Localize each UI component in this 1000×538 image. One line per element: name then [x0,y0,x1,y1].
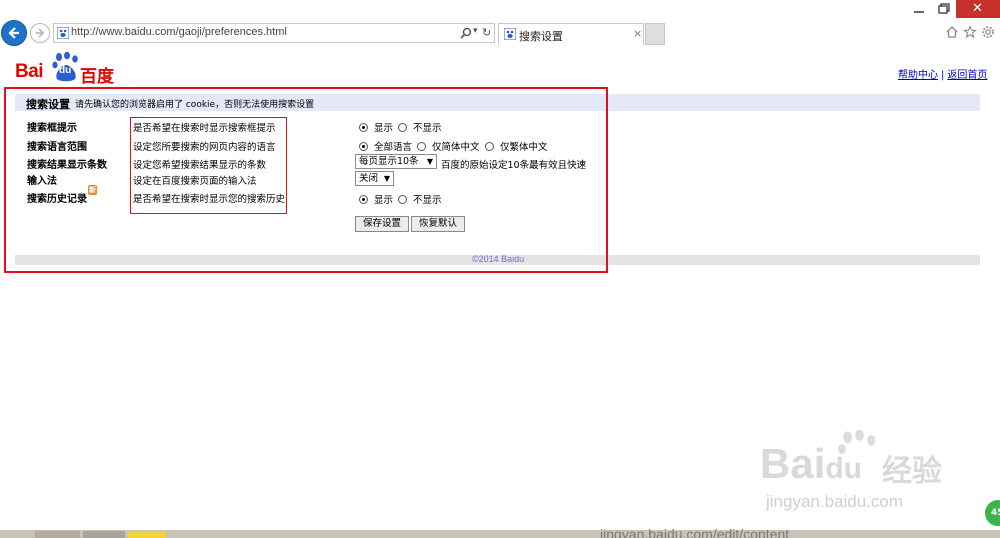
watermark-bai: Baidu [760,440,863,487]
radio-option-traditional[interactable]: 仅繁体中文 [485,139,548,153]
row-desc-language: 设定您所要搜索的网页内容的语言 [133,142,276,153]
option-label: 不显示 [413,123,442,134]
radio-option-simplified[interactable]: 仅简体中文 [417,139,480,153]
favorites-star-icon[interactable] [963,25,977,39]
option-label: 仅繁体中文 [500,142,548,153]
row-desc-search-history: 是否希望在搜索时显示您的搜索历史 [133,194,286,205]
chevron-down-icon: ▼ [426,157,433,166]
new-tab-button[interactable] [645,23,665,45]
radio-button[interactable] [359,194,368,204]
tab-title: 搜索设置 [519,30,563,43]
radio-option-hide-hint[interactable]: 不显示 [398,120,442,134]
input-method-select[interactable]: 关闭 ▼ [355,171,394,186]
results-count-select[interactable]: 每页显示10条 ▼ [355,154,437,169]
arrow-left-icon [8,27,19,39]
baidu-logo[interactable]: Bai du 百度 [15,52,120,87]
taskbar-app[interactable] [83,531,125,538]
radio-option-hide-history[interactable]: 不显示 [398,192,442,206]
close-tab-icon[interactable]: × [633,27,642,40]
cookie-notice: 请先确认您的浏览器启用了 cookie，否则无法使用搜索设置 [75,100,315,110]
watermark-url: jingyan.baidu.com [766,492,904,511]
radio-option-all-languages[interactable]: 全部语言 [359,139,412,153]
home-icon[interactable] [945,25,959,39]
row-desc-input-method: 设定在百度搜索页面的输入法 [133,176,257,187]
logo-du-text: du [59,65,72,76]
watermark-text: 经验 [882,454,942,489]
refresh-icon[interactable]: ↻ [482,26,491,39]
window-close-button[interactable]: ✕ [956,0,1000,18]
row-label-language: 搜索语言范围 [27,142,87,153]
back-button[interactable] [1,20,27,46]
top-links: 帮助中心 | 返回首页 [898,66,987,81]
page-footer: ©2014 Baidu [15,254,980,265]
help-center-link[interactable]: 帮助中心 [898,70,938,81]
new-badge: 新 [88,185,97,195]
link-separator: | [941,70,945,81]
select-value: 每页显示10条 [359,156,419,167]
browser-chrome: http://www.baidu.com/gaoji/preferences.h… [0,0,1000,46]
option-label: 显示 [374,123,394,134]
radio-button[interactable] [485,141,494,151]
restore-defaults-button[interactable]: 恢复默认 [411,216,465,232]
results-count-hint: 百度的原始设定10条最有效且快速 [441,160,587,171]
settings-title-bar: 搜索设置 请先确认您的浏览器启用了 cookie，否则无法使用搜索设置 [15,94,980,111]
radio-button[interactable] [359,122,368,132]
page-title: 搜索设置 [26,98,70,111]
row-desc-search-hint: 是否希望在搜索时显示搜索框提示 [133,123,276,134]
radio-button[interactable] [417,141,426,151]
back-home-link[interactable]: 返回首页 [947,70,987,81]
restore-icon[interactable] [935,2,953,16]
notification-badge[interactable]: 45 [983,498,1000,528]
option-label: 显示 [374,195,394,206]
tab-search-settings[interactable]: 搜索设置 × [498,23,644,45]
logo-chinese-text: 百度 [80,67,114,87]
option-label: 不显示 [413,195,442,206]
row-label-search-history: 搜索历史记录新 [27,185,97,205]
baidu-jingyan-watermark: Baidu 经验 jingyan.baidu.com [760,430,960,514]
row-label-results-count: 搜索结果显示条数 [27,160,107,171]
copyright-text: ©2014 Baidu [472,254,525,264]
close-icon: ✕ [972,1,983,16]
save-settings-button[interactable]: 保存设置 [355,216,409,232]
url-text[interactable]: http://www.baidu.com/gaoji/preferences.h… [71,26,287,38]
paw-icon [838,430,876,455]
radio-button[interactable] [398,122,407,132]
logo-bai-text: Bai [15,61,44,82]
chevron-down-icon[interactable]: ▾ [473,26,478,36]
minimize-icon[interactable] [910,2,928,16]
annotation-box-settings [4,87,608,273]
row-label-input-method: 输入法 [27,176,57,187]
taskbar-url-text: jingyan.baidu.com/edit/content [600,526,790,538]
address-bar[interactable]: http://www.baidu.com/gaoji/preferences.h… [53,23,495,43]
search-icon[interactable] [460,27,472,39]
select-value: 关闭 [359,173,379,184]
radio-button[interactable] [398,194,407,204]
radio-option-show-history[interactable]: 显示 [359,192,393,206]
taskbar-app[interactable] [35,531,80,538]
forward-button[interactable] [30,23,50,43]
row-label-search-hint: 搜索框提示 [27,123,77,134]
radio-button[interactable] [359,141,368,151]
option-label: 全部语言 [374,142,413,153]
baidu-favicon-icon [504,28,516,40]
row-label-text: 搜索历史记录 [27,194,87,205]
radio-option-show-hint[interactable]: 显示 [359,120,393,134]
taskbar-app[interactable] [128,531,166,538]
chevron-down-icon: ▼ [383,174,390,183]
row-desc-results-count: 设定您希望搜索结果显示的条数 [133,160,267,171]
gear-icon[interactable] [981,25,995,39]
baidu-favicon-icon [57,27,69,39]
option-label: 仅简体中文 [432,142,480,153]
arrow-right-icon [36,28,45,38]
badge-count: 45 [991,508,1000,518]
